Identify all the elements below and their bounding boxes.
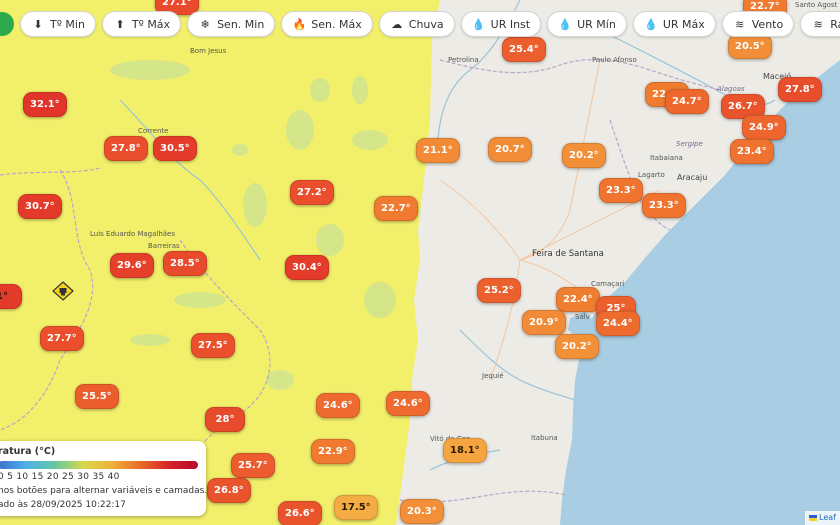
temperature-marker[interactable]: 25.2°: [477, 278, 521, 303]
temperature-marker[interactable]: 24.9°: [742, 115, 786, 140]
variable-toolbar: ⬇ Tº Min ⬆ Tº Máx ❄ Sen. Min 🔥 Sen. Máx ☁ Chuva 💧 U…: [0, 8, 840, 40]
toolbar-button-label: Sen. Máx: [311, 17, 362, 31]
legend-ticks: 0 5 10 15 20 25 30 35 40: [0, 472, 120, 482]
temperature-marker[interactable]: 30.7°: [18, 194, 62, 219]
temperature-marker[interactable]: 28°: [205, 407, 245, 432]
temperature-marker[interactable]: 24.6°: [316, 393, 360, 418]
toolbar-button-8[interactable]: ≋ Vento: [721, 11, 795, 37]
temperature-marker[interactable]: 17.5°: [334, 495, 378, 520]
toolbar-button-label: Sen. Min: [217, 17, 265, 31]
place-label: Alagoas: [716, 85, 745, 93]
temperature-marker[interactable]: 25.7°: [231, 453, 275, 478]
place-label: Sergipe: [676, 140, 703, 148]
temperature-marker[interactable]: 24.7°: [665, 89, 709, 114]
temperature-marker[interactable]: 23.3°: [642, 193, 686, 218]
temperature-marker[interactable]: 22.4°: [556, 287, 600, 312]
droplet-icon: 💧: [558, 17, 572, 31]
temperature-marker[interactable]: 20.2°: [555, 334, 599, 359]
temperature-marker[interactable]: 23.4°: [730, 139, 774, 164]
leaflet-flag-icon: [809, 514, 818, 521]
place-label: Aracaju: [677, 173, 707, 182]
legend-title: ratura (°C): [0, 446, 56, 457]
toolbar-button-2[interactable]: ❄ Sen. Min: [187, 11, 276, 37]
temperature-marker[interactable]: 20.9°: [522, 310, 566, 335]
temperature-marker[interactable]: 20.3°: [400, 499, 444, 524]
droplet-icon: 💧: [471, 17, 486, 31]
legend-panel: ratura (°C) 0 5 10 15 20 25 30 35 40 nos…: [0, 441, 206, 516]
place-label: Luis Eduardo Magalhães: [90, 230, 175, 238]
temperature-marker[interactable]: 25.4°: [502, 37, 546, 62]
arrow-up-icon: ⬆: [115, 17, 125, 31]
temperature-marker[interactable]: 28.5°: [163, 251, 207, 276]
temperature-marker[interactable]: 18.1°: [443, 438, 487, 463]
temperature-marker[interactable]: 27.5°: [191, 333, 235, 358]
temperature-marker[interactable]: 20.2°: [562, 143, 606, 168]
wind-icon: ≋: [735, 17, 745, 31]
place-label: Feira de Santana: [532, 249, 604, 259]
toolbar-button-1[interactable]: ⬆ Tº Máx: [101, 11, 182, 37]
temperature-marker[interactable]: 30.4°: [285, 255, 329, 280]
place-label: Lagarto: [638, 171, 665, 179]
toolbar-button-label: Rajadas: [830, 17, 840, 31]
temperature-marker[interactable]: 21.1°: [416, 138, 460, 163]
place-label: Bom Jesus: [190, 47, 227, 55]
temperature-marker[interactable]: 24.6°: [386, 391, 430, 416]
place-label: Itabuna: [531, 434, 558, 442]
temperature-marker[interactable]: 32.1°: [23, 92, 67, 117]
temperature-marker[interactable]: 27.8°: [104, 136, 148, 161]
toolbar-button-9[interactable]: ≋ Rajadas: [800, 11, 840, 37]
place-label: Camaçari: [591, 280, 624, 288]
toolbar-button-3[interactable]: 🔥 Sen. Máx: [281, 11, 373, 37]
warning-icon[interactable]: [52, 281, 74, 301]
toolbar-status-indicator[interactable]: [0, 12, 14, 36]
toolbar-button-label: UR Mín: [577, 17, 616, 31]
temperature-marker[interactable]: 22.9°: [311, 439, 355, 464]
map-attribution[interactable]: Leaf: [805, 511, 840, 525]
temperature-marker[interactable]: 22.7°: [374, 196, 418, 221]
fire-icon: 🔥: [292, 17, 307, 31]
attribution-link[interactable]: Leaf: [819, 513, 836, 522]
temperature-marker[interactable]: 20.7°: [488, 137, 532, 162]
temperature-marker[interactable]: 26.6°: [278, 501, 322, 525]
legend-hint: nos botões para alternar variáveis e cam…: [0, 486, 206, 496]
toolbar-button-label: Vento: [751, 17, 784, 31]
place-label: Corrente: [138, 127, 168, 135]
temperature-marker[interactable]: 1°: [0, 284, 22, 309]
temperature-marker[interactable]: 30.5°: [153, 136, 197, 161]
place-label: Petrolina: [448, 56, 479, 64]
toolbar-button-5[interactable]: 💧 UR Inst: [460, 11, 542, 37]
toolbar-buttons: ⬇ Tº Min ⬆ Tº Máx ❄ Sen. Min 🔥 Sen. Máx ☁ Chuva 💧 U…: [20, 11, 840, 37]
place-label: Barreiras: [148, 242, 180, 250]
place-label: Itabaiana: [650, 154, 683, 162]
temperature-marker[interactable]: 29.6°: [110, 253, 154, 278]
legend-color-scale: [0, 461, 198, 469]
wind-icon: ≋: [813, 17, 823, 31]
toolbar-button-0[interactable]: ⬇ Tº Min: [20, 11, 96, 37]
toolbar-button-label: Tº Min: [50, 17, 85, 31]
temperature-marker[interactable]: 23.3°: [599, 178, 643, 203]
place-label: Salv: [575, 313, 590, 321]
toolbar-button-label: Chuva: [408, 17, 444, 31]
toolbar-button-label: UR Máx: [662, 17, 705, 31]
toolbar-button-7[interactable]: 💧 UR Máx: [632, 11, 716, 37]
temperature-marker[interactable]: 25.5°: [75, 384, 119, 409]
temperature-marker[interactable]: 27.2°: [290, 180, 334, 205]
place-label: Paulo Afonso: [592, 56, 637, 64]
rain-cloud-icon: ☁: [391, 17, 403, 31]
arrow-down-icon: ⬇: [33, 17, 43, 31]
temperature-marker[interactable]: 24.4°: [596, 311, 640, 336]
temperature-marker[interactable]: 27.8°: [778, 77, 822, 102]
droplet-icon: 💧: [643, 17, 658, 31]
toolbar-button-label: Tº Máx: [131, 17, 171, 31]
toolbar-button-label: UR Inst: [490, 17, 531, 31]
temperature-marker[interactable]: 27.7°: [40, 326, 84, 351]
snowflake-icon: ❄: [200, 17, 210, 31]
temperature-marker[interactable]: 26.8°: [207, 478, 251, 503]
toolbar-button-4[interactable]: ☁ Chuva: [378, 11, 455, 37]
toolbar-button-6[interactable]: 💧 UR Mín: [547, 11, 627, 37]
place-label: Jequié: [481, 372, 504, 380]
legend-updated: ado às 28/09/2025 10:22:17: [0, 500, 126, 510]
